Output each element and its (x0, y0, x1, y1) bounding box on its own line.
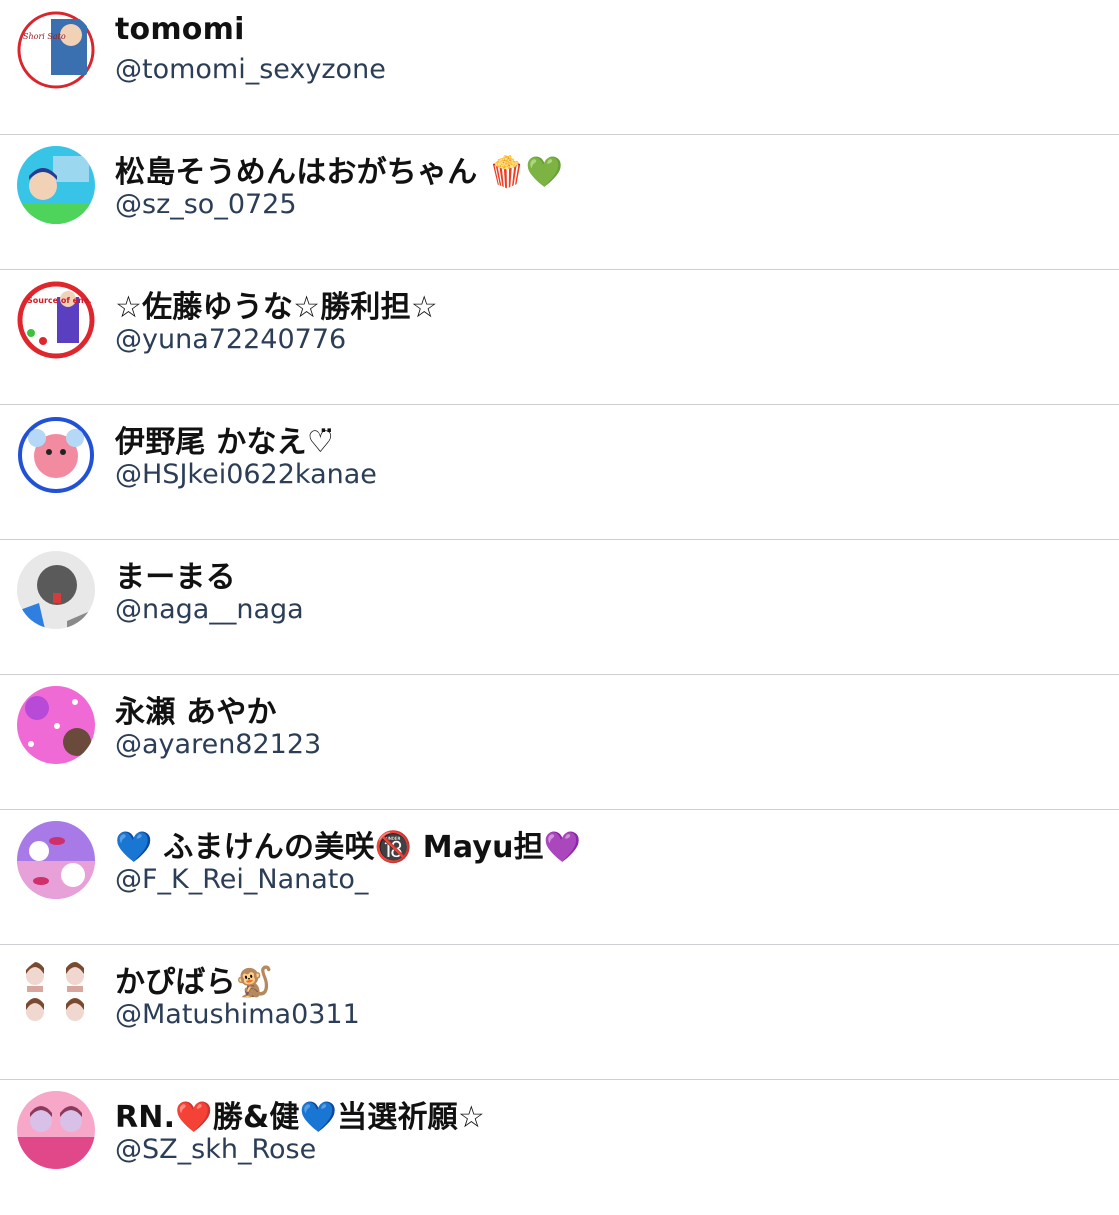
username-handle: @F_K_Rei_Nanato_ (115, 864, 369, 895)
user-row[interactable]: 永瀬 あやか @ayaren82123 (0, 675, 1119, 810)
display-name: かぴばら🐒 (115, 965, 274, 1000)
user-row[interactable]: 伊野尾 かなえ♡̈ @HSJkei0622kanae (0, 405, 1119, 540)
avatar[interactable] (17, 956, 95, 1034)
display-name: まーまる (115, 560, 236, 595)
svg-text:Shori Sato: Shori Sato (23, 32, 66, 41)
display-name: 永瀬 あやか (115, 695, 277, 730)
display-name: 💙 ふまけんの美咲🔞 Mayu担💜 (115, 830, 582, 865)
user-row[interactable]: Source of energy ☆佐藤ゆうな☆勝利担☆ @yuna722407… (0, 270, 1119, 405)
display-name: tomomi (115, 12, 245, 47)
display-name: 伊野尾 かなえ♡̈ (115, 425, 334, 460)
user-row[interactable]: まーまる @naga__naga (0, 540, 1119, 675)
username-handle: @tomomi_sexyzone (115, 54, 386, 85)
avatar[interactable] (17, 551, 95, 629)
user-row[interactable]: 松島そうめんはおがちゃん 🍿💚 @sz_so_0725 (0, 135, 1119, 270)
user-list: Shori Sato tomomi @tomomi_sexyzone 松島そうめ… (0, 0, 1119, 1215)
display-name: 松島そうめんはおがちゃん 🍿💚 (115, 155, 564, 190)
avatar[interactable] (17, 1091, 95, 1169)
user-row[interactable]: RN.❤️勝&健💙当選祈願☆ @SZ_skh_Rose (0, 1080, 1119, 1215)
user-row[interactable]: Shori Sato tomomi @tomomi_sexyzone (0, 0, 1119, 135)
username-handle: @sz_so_0725 (115, 189, 297, 220)
username-handle: @naga__naga (115, 594, 304, 625)
avatar[interactable] (17, 821, 95, 899)
username-handle: @SZ_skh_Rose (115, 1134, 317, 1165)
username-handle: @yuna72240776 (115, 324, 347, 355)
svg-text:Source of energy: Source of energy (27, 296, 95, 305)
display-name: RN.❤️勝&健💙当選祈願☆ (115, 1100, 485, 1135)
display-name: ☆佐藤ゆうな☆勝利担☆ (115, 290, 438, 325)
username-handle: @ayaren82123 (115, 729, 322, 760)
avatar[interactable] (17, 686, 95, 764)
avatar[interactable] (17, 416, 95, 494)
avatar[interactable]: Source of energy (17, 281, 95, 359)
user-row[interactable]: かぴばら🐒 @Matushima0311 (0, 945, 1119, 1080)
username-handle: @Matushima0311 (115, 999, 360, 1030)
avatar[interactable] (17, 146, 95, 224)
username-handle: @HSJkei0622kanae (115, 459, 377, 490)
user-row[interactable]: 💙 ふまけんの美咲🔞 Mayu担💜 @F_K_Rei_Nanato_ (0, 810, 1119, 945)
avatar[interactable]: Shori Sato (17, 11, 95, 89)
